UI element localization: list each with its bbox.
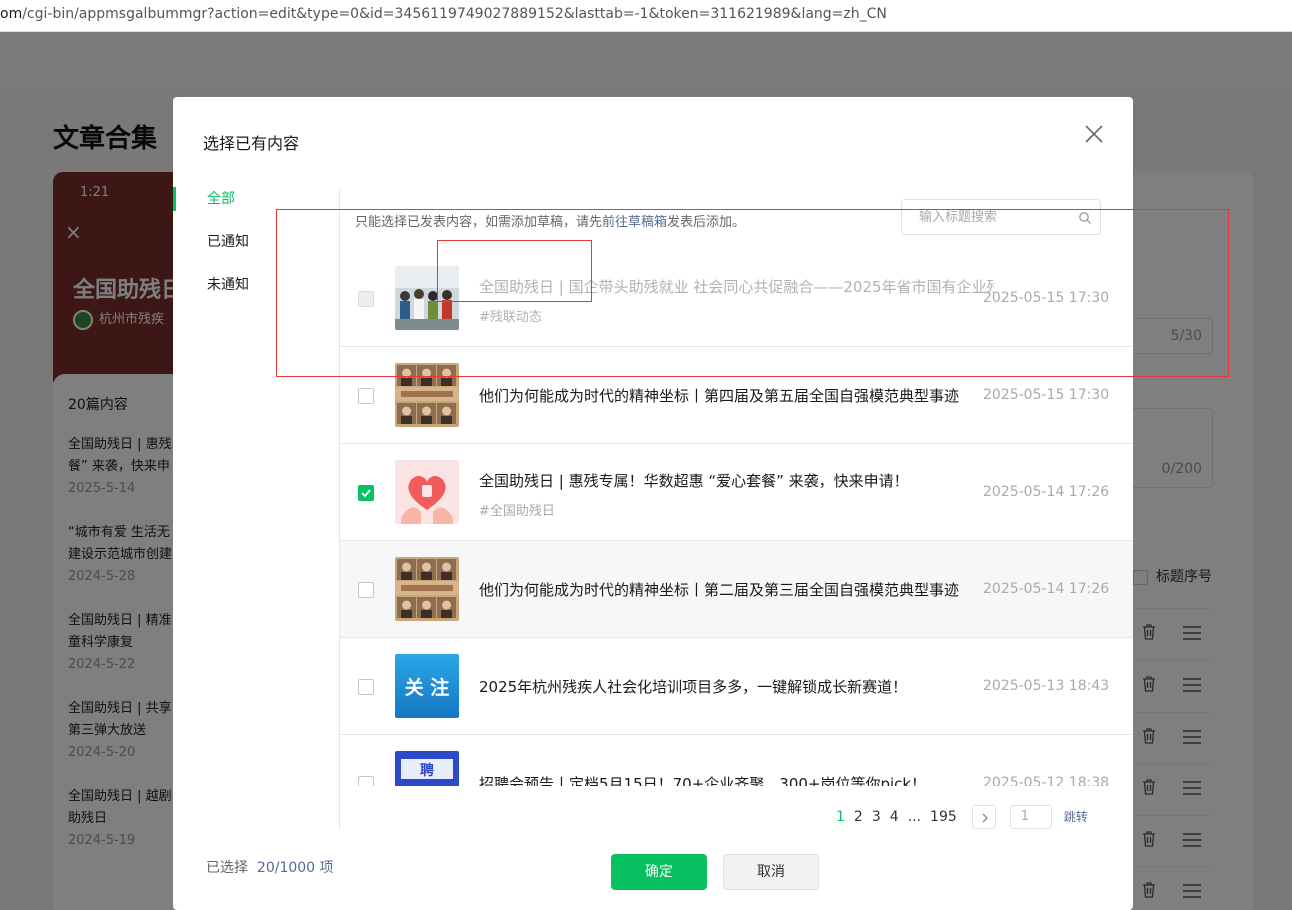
article-checkbox[interactable] [358, 582, 374, 598]
article-list: 全国助残日 | 国企带头助残就业 社会同心共促融合——2025年省市国有企业残疾… [340, 250, 1133, 786]
article-tag: #全国助残日 [479, 504, 555, 519]
page-number[interactable]: 1 [836, 809, 845, 825]
article-row: 全国助残日 | 国企带头助残就业 社会同心共促融合——2025年省市国有企业残疾… [340, 250, 1133, 347]
notice-prefix: 只能选择已发表内容，如需添加草稿，请先 [355, 215, 603, 230]
tab-all[interactable]: 全部 [173, 187, 339, 230]
page-number[interactable]: 3 [872, 809, 881, 825]
dialog-title: 选择已有内容 [203, 134, 300, 153]
article-thumbnail [395, 460, 459, 524]
page-number[interactable]: 2 [854, 809, 863, 825]
article-title: 全国助残日 | 国企带头助残就业 社会同心共促融合——2025年省市国有企业残疾… [479, 278, 994, 296]
confirm-button[interactable]: 确定 [611, 854, 707, 890]
article-checkbox[interactable] [358, 679, 374, 695]
tab-not-notified[interactable]: 未通知 [173, 273, 339, 316]
pagination: 1 2 3 4... 195 1 跳转 [836, 805, 1097, 829]
url-host: om [0, 6, 23, 22]
article-date: 2025-05-14 17:26 [983, 581, 1110, 597]
search-box [901, 199, 1101, 235]
search-icon[interactable] [1078, 210, 1092, 224]
article-title: 他们为何能成为时代的精神坐标丨第四届及第五届全国自强模范典型事迹 [479, 387, 960, 405]
article-thumbnail: 聘 [395, 751, 459, 786]
article-checkbox[interactable] [358, 776, 374, 786]
article-title: 2025年杭州残疾人社会化培训项目多多，一键解锁成长新赛道！ [479, 678, 908, 696]
select-content-dialog: 选择已有内容 全部 已通知 未通知 只能选择已发表内容，如需添加草稿，请先前往草… [173, 97, 1133, 910]
article-title: 招聘会预告丨定档5月15日！70+企业齐聚，300+岗位等你pick！ [479, 775, 927, 786]
selection-summary: 已选择 20/1000 项 [206, 857, 334, 877]
article-thumbnail [395, 363, 459, 427]
close-icon[interactable] [1083, 123, 1105, 145]
article-thumbnail [395, 557, 459, 621]
article-title: 全国助残日 | 惠残专属！华数超惠 “爱心套餐” 来袭，快来申请！ [479, 472, 909, 490]
filter-nav: 全部 已通知 未通知 [173, 187, 339, 316]
article-row[interactable]: 关 注 2025年杭州残疾人社会化培训项目多多，一键解锁成长新赛道！ 2025-05… [340, 638, 1133, 735]
checkmark-icon [361, 489, 371, 498]
tab-notified[interactable]: 已通知 [173, 230, 339, 273]
svg-text:聘: 聘 [420, 762, 434, 779]
url-path: /cgi-bin/appmsgalbummgr?action=edit&type… [22, 6, 887, 22]
address-bar[interactable]: om/cgi-bin/appmsgalbummgr?action=edit&ty… [0, 0, 1292, 32]
article-checkbox[interactable] [358, 388, 374, 404]
page-number[interactable]: 4 [890, 809, 899, 825]
article-row[interactable]: 聘招聘会预告丨定档5月15日！70+企业齐聚，300+岗位等你pick！ 2025… [340, 735, 1133, 786]
article-date: 2025-05-12 18:38 [983, 775, 1110, 786]
pagination-ellipsis: ... [907, 809, 922, 825]
article-checkbox [358, 291, 374, 307]
notice-suffix: 发表后添加。 [667, 215, 746, 230]
article-date: 2025-05-15 17:30 [983, 290, 1110, 306]
article-row[interactable]: 他们为何能成为时代的精神坐标丨第二届及第三届全国自强模范典型事迹 2025-05-… [340, 541, 1133, 638]
article-tag: #残联动态 [479, 310, 542, 325]
article-date: 2025-05-13 18:43 [983, 678, 1110, 694]
article-row[interactable]: 他们为何能成为时代的精神坐标丨第四届及第五届全国自强模范典型事迹 2025-05-… [340, 347, 1133, 444]
page-jump-button[interactable]: 跳转 [1064, 808, 1088, 825]
page-jump-input[interactable]: 1 [1009, 805, 1052, 829]
drafts-link[interactable]: 前往草稿箱 [602, 215, 667, 230]
svg-text:关 注: 关 注 [405, 676, 450, 699]
page-number[interactable]: 195 [930, 809, 957, 825]
search-input[interactable] [903, 201, 1073, 233]
selected-count: 20/1000 项 [256, 860, 334, 876]
next-page-icon[interactable] [971, 805, 996, 829]
article-row[interactable]: 全国助残日 | 惠残专属！华数超惠 “爱心套餐” 来袭，快来申请！ #全国助残日 2… [340, 444, 1133, 541]
article-date: 2025-05-14 17:26 [983, 484, 1110, 500]
article-thumbnail [395, 266, 459, 330]
article-thumbnail: 关 注 [395, 654, 459, 718]
draft-notice: 只能选择已发表内容，如需添加草稿，请先前往草稿箱发表后添加。 [355, 211, 745, 230]
article-checkbox[interactable] [358, 485, 374, 501]
article-title: 他们为何能成为时代的精神坐标丨第二届及第三届全国自强模范典型事迹 [479, 581, 960, 599]
article-date: 2025-05-15 17:30 [983, 387, 1110, 403]
cancel-button[interactable]: 取消 [723, 854, 819, 890]
selected-prefix: 已选择 [206, 860, 248, 876]
